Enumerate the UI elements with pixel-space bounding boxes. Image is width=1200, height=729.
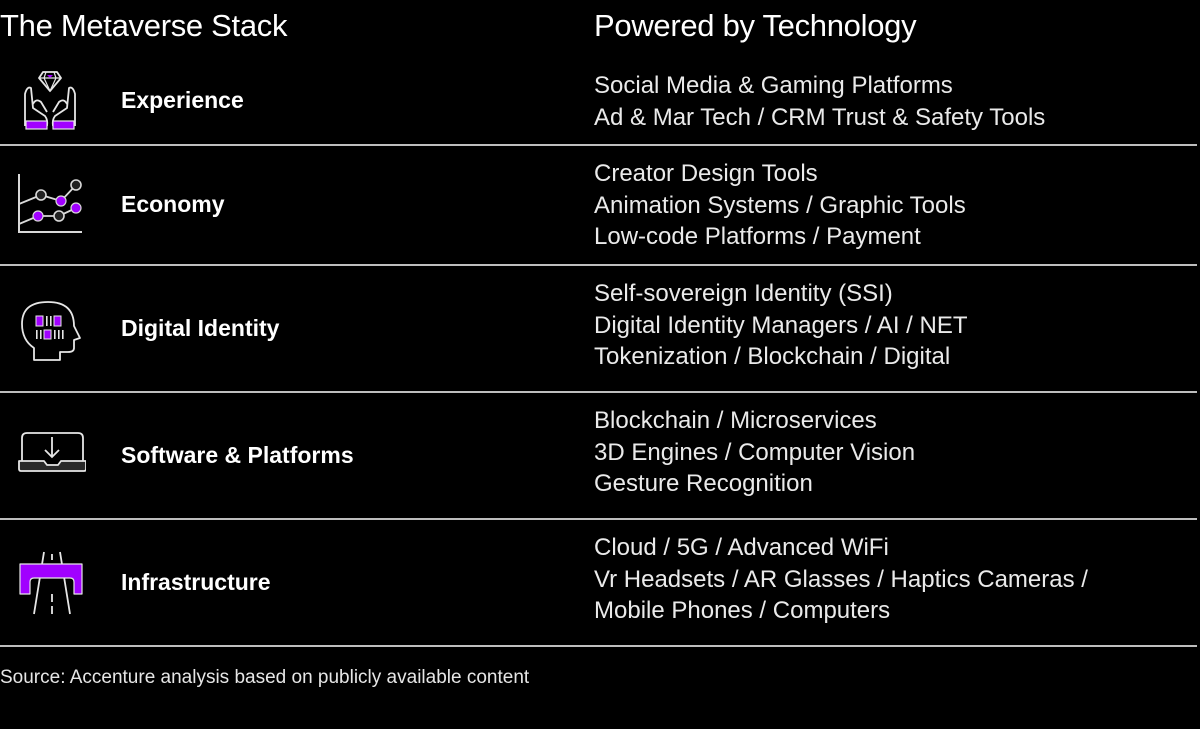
row-divider (0, 645, 1197, 647)
stack-label: Economy (121, 191, 225, 217)
technology-title: Powered by Technology (594, 8, 917, 43)
technology-item: Mobile Phones / Computers (594, 597, 891, 624)
technology-item: Cloud / 5G / Advanced WiFi (594, 534, 889, 561)
technology-item: Creator Design Tools (594, 160, 818, 187)
stack-row-experience: Experience Social Media & Gaming Platfor… (0, 60, 1197, 145)
technology-list: Blockchain / Microservices 3D Engines / … (594, 405, 915, 500)
technology-item: 3D Engines / Computer Vision (594, 438, 916, 466)
stack-row-economy: Economy Creator Design Tools Animation S… (0, 146, 1197, 265)
stack-label: Infrastructure (121, 569, 271, 595)
technology-item: Animation Systems / Graphic Tools (594, 191, 966, 219)
technology-item: Tokenization / Blockchain / Digital (594, 343, 951, 370)
source-note: Source: Accenture analysis based on publ… (0, 667, 530, 688)
technology-item: Blockchain / Microservices (594, 407, 877, 434)
technology-list: Creator Design Tools Animation Systems /… (594, 158, 966, 253)
technology-item: Gesture Recognition (594, 470, 813, 497)
technology-item: Ad & Mar Tech / CRM Trust & Safety Tools (594, 103, 1046, 131)
hands-holding-diamond-icon (14, 64, 86, 136)
technology-list: Cloud / 5G / Advanced WiFi Vr Headsets /… (594, 532, 1088, 627)
technology-item: Social Media & Gaming Platforms (594, 72, 953, 99)
stack-label: Experience (121, 87, 244, 113)
line-chart-icon (14, 168, 86, 240)
stack-row-digital-identity: Digital Identity Self-sovereign Identity… (0, 266, 1197, 392)
technology-list: Social Media & Gaming Platforms Ad & Mar… (594, 70, 1045, 133)
stack-label: Digital Identity (121, 315, 280, 341)
stack-label: Software & Platforms (121, 442, 354, 468)
technology-item: Vr Headsets / AR Glasses / Haptics Camer… (594, 565, 1088, 593)
road-bridge-icon (14, 550, 86, 622)
stack-row-software-platforms: Software & Platforms Blockchain / Micros… (0, 393, 1197, 519)
technology-item: Self-sovereign Identity (SSI) (594, 280, 893, 307)
head-barcode-icon (14, 294, 86, 366)
laptop-download-icon (14, 423, 86, 495)
technology-item: Digital Identity Managers / AI / NET (594, 311, 968, 339)
technology-item: Low-code Platforms / Payment (594, 223, 921, 250)
stack-row-infrastructure: Infrastructure Cloud / 5G / Advanced WiF… (0, 520, 1197, 646)
stack-title: The Metaverse Stack (0, 8, 288, 43)
technology-list: Self-sovereign Identity (SSI) Digital Id… (594, 278, 968, 373)
